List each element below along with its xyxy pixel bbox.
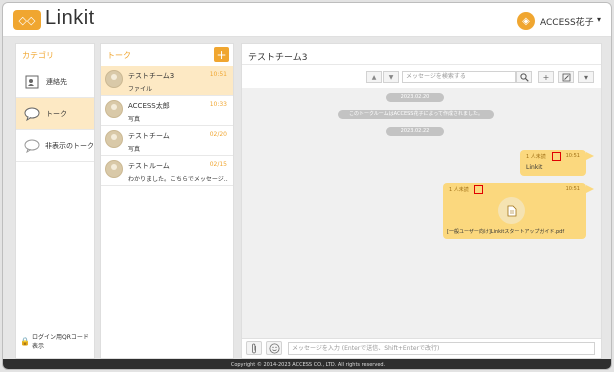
file-name[interactable]: [一般ユーザー向け]Linkitスタートアップガイド.pdf	[447, 228, 564, 235]
system-message: このトークルームはACCESS花子によって作成されました。	[338, 110, 494, 119]
talk-time: 10:33	[209, 101, 227, 108]
search-up-button[interactable]: ▲	[366, 71, 382, 83]
app-header: ◇◇ Linkit ◈ ACCESS花子 ▾	[3, 3, 611, 37]
lock-icon: 🔒	[20, 336, 30, 346]
category-label: 連絡先	[46, 77, 67, 86]
avatar	[105, 130, 123, 148]
copyright-footer: Copyright © 2014-2023 ACCESS CO., LTD. A…	[3, 359, 611, 369]
add-member-button[interactable]: +	[538, 71, 554, 83]
bubble-tail	[586, 185, 594, 193]
reply-icon-highlight[interactable]	[474, 185, 483, 194]
date-separator: 2023.02.22	[386, 127, 444, 136]
talk-list-item[interactable]: テストチーム 02/20 写真	[101, 126, 233, 156]
chevron-down-icon[interactable]: ▾	[578, 71, 594, 83]
category-label: トーク	[46, 109, 67, 118]
talk-time: 02/20	[209, 131, 227, 138]
file-icon[interactable]	[498, 197, 525, 224]
user-avatar-icon[interactable]: ◈	[517, 12, 535, 30]
category-panel: カテゴリ 連絡先 トーク 非表示のトーク 🔒 ログイン用QRコード表示	[15, 43, 95, 359]
bubble-tail	[586, 152, 594, 160]
attach-icon[interactable]	[246, 341, 262, 355]
linkit-logo-icon: ◇◇	[13, 10, 41, 30]
user-menu-name[interactable]: ACCESS花子	[540, 15, 594, 28]
chevron-down-icon[interactable]: ▾	[597, 15, 601, 24]
chat-title: テストチーム3	[248, 53, 308, 63]
read-status: 1 人未読	[449, 187, 469, 193]
message-time: 10:51	[565, 153, 580, 159]
search-icon[interactable]	[516, 71, 532, 83]
search-down-button[interactable]: ▼	[383, 71, 399, 83]
talk-list-item[interactable]: ACCESS太郎 10:33 写真	[101, 96, 233, 126]
avatar	[105, 100, 123, 118]
category-item-hidden-talk[interactable]: 非表示のトーク	[16, 130, 94, 162]
chat-panel: テストチーム3 ▲ ▼ メッセージを検索する + ▾ 2023.02.20 この…	[241, 43, 602, 359]
read-status: 1 人未読	[526, 154, 546, 160]
talk-list-title: トーク	[107, 51, 131, 60]
talk-preview: 写真	[128, 146, 141, 153]
divider	[242, 64, 601, 65]
app-logo-text: Linkit	[45, 7, 95, 29]
speech-bubble-outline-icon	[22, 138, 41, 154]
contact-card-icon	[22, 74, 42, 90]
add-talk-button[interactable]: +	[214, 47, 229, 62]
talk-name: テストルーム	[128, 162, 170, 170]
category-item-talk[interactable]: トーク	[16, 98, 94, 130]
message-area: 2023.02.20 このトークルームはACCESS花子によって作成されました。…	[242, 88, 601, 338]
category-title: カテゴリ	[22, 51, 54, 60]
talk-list-item[interactable]: テストルーム 02/15 わかりました。こちらでメッセージ…	[101, 156, 233, 186]
message-search-input[interactable]: メッセージを検索する	[402, 71, 516, 83]
qr-login-link[interactable]: 🔒 ログイン用QRコード表示	[20, 332, 94, 350]
reply-icon-highlight[interactable]	[552, 152, 561, 161]
message-text: Linkit	[526, 164, 543, 171]
edit-icon[interactable]	[558, 71, 574, 83]
speech-bubble-icon	[22, 106, 42, 122]
talk-time: 10:51	[209, 71, 227, 78]
talk-preview: わかりました。こちらでメッセージ…	[128, 176, 228, 183]
qr-login-label: ログイン用QRコード表示	[31, 334, 89, 350]
talk-list-panel: トーク + テストチーム3 10:51 ファイル ACCESS太郎 10:33 …	[100, 43, 234, 359]
message-input-bar: メッセージを入力 (Enterで送信、Shift+Enterで改行)	[242, 338, 601, 358]
category-label: 非表示のトーク	[45, 141, 94, 150]
talk-name: ACCESS太郎	[128, 102, 170, 110]
talk-list-item[interactable]: テストチーム3 10:51 ファイル	[101, 66, 233, 96]
message-time: 10:51	[565, 186, 580, 192]
emoji-icon[interactable]	[266, 341, 282, 355]
avatar	[105, 70, 123, 88]
app-window: ◇◇ Linkit ◈ ACCESS花子 ▾ カテゴリ 連絡先 トーク 非表示の…	[2, 2, 612, 370]
talk-name: テストチーム	[128, 132, 170, 140]
message-bubble[interactable]: 1 人未読 10:51 Linkit	[520, 150, 586, 176]
talk-time: 02/15	[209, 161, 227, 168]
date-separator: 2023.02.20	[386, 93, 444, 102]
message-input[interactable]: メッセージを入力 (Enterで送信、Shift+Enterで改行)	[288, 342, 595, 355]
talk-preview: ファイル	[128, 86, 153, 93]
talk-preview: 写真	[128, 116, 141, 123]
avatar	[105, 160, 123, 178]
file-message-bubble[interactable]: 1 人未読 10:51 [一般ユーザー向け]Linkitスタートアップガイド.p…	[443, 183, 586, 239]
category-item-contacts[interactable]: 連絡先	[16, 66, 94, 98]
talk-name: テストチーム3	[128, 72, 175, 80]
